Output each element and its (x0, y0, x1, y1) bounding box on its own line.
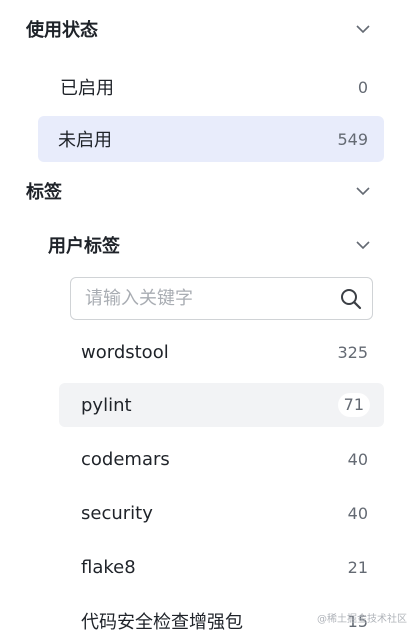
user-tags-title: 用户标签 (48, 236, 120, 257)
tag-item-security[interactable]: security 40 (59, 491, 384, 535)
status-item-count: 0 (357, 77, 368, 97)
status-item-enabled[interactable]: 已启用 0 (38, 64, 384, 110)
tag-search-box (70, 277, 373, 320)
tag-item-label: codemars (81, 448, 170, 470)
tag-item-label: security (81, 502, 153, 524)
search-icon[interactable] (340, 288, 362, 310)
usage-status-title: 使用状态 (26, 20, 98, 41)
usage-status-toggle[interactable] (354, 20, 372, 38)
tag-item-codemars[interactable]: codemars 40 (59, 437, 384, 481)
tag-item-label: pylint (81, 394, 132, 416)
status-item-label: 未启用 (58, 130, 112, 151)
tag-item-pylint[interactable]: pylint 71 (59, 383, 384, 427)
tags-toggle[interactable] (354, 182, 372, 200)
tag-item-count: 40 (347, 503, 368, 523)
tag-item-count: 40 (347, 449, 368, 469)
status-item-label: 已启用 (60, 78, 114, 99)
chevron-down-icon (356, 241, 370, 250)
status-item-count: 549 (337, 129, 368, 149)
chevron-down-icon (356, 25, 370, 34)
tag-item-label: flake8 (81, 556, 136, 578)
chevron-down-icon (356, 187, 370, 196)
status-item-disabled[interactable]: 未启用 549 (38, 116, 384, 162)
tag-search-input[interactable] (83, 287, 340, 310)
tag-item-count: 325 (337, 342, 368, 362)
tag-item-label: wordstool (81, 341, 169, 363)
tags-title: 标签 (26, 182, 62, 203)
tag-item-count: 71 (337, 393, 370, 417)
tag-item-wordstool[interactable]: wordstool 325 (59, 330, 384, 374)
tag-item-flake8[interactable]: flake8 21 (59, 545, 384, 589)
user-tags-toggle[interactable] (354, 236, 372, 254)
tag-item-label: 代码安全检查增强包 (81, 612, 243, 633)
tag-item-count: 21 (347, 557, 368, 577)
watermark: @稀土掘金技术社区 (317, 614, 407, 625)
